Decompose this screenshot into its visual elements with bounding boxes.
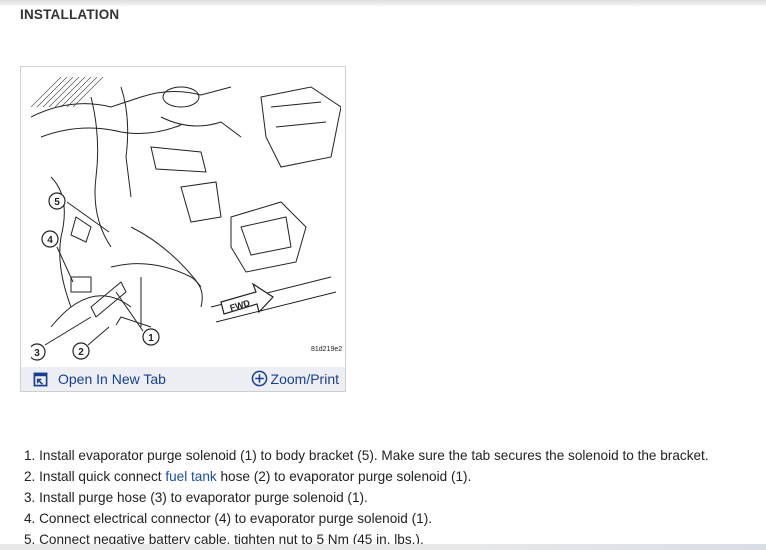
top-shadow-bar — [0, 0, 766, 6]
fuel-tank-link[interactable]: fuel tank — [165, 469, 216, 484]
step-item: 1. Install evaporator purge solenoid (1)… — [24, 448, 709, 463]
svg-text:2: 2 — [78, 347, 84, 358]
page-heading: INSTALLATION — [20, 7, 120, 22]
callout-4: 4 — [41, 230, 74, 283]
zoom-print-button[interactable]: Zoom/Print — [251, 370, 339, 387]
open-new-tab-icon — [33, 372, 48, 386]
step-item: 2. Install quick connect fuel tank hose … — [24, 466, 764, 487]
zoom-plus-icon — [251, 370, 267, 387]
zoom-print-label: Zoom/Print — [270, 370, 339, 387]
svg-text:4: 4 — [47, 235, 53, 246]
figure-panel: FWD 5 4 3 2 1 81d219e2 Open In New Tab Z… — [20, 66, 346, 392]
step-text: hose (2) to evaporator purge solenoid (1… — [216, 469, 472, 484]
diagram-illustration: FWD 5 4 3 2 1 — [31, 77, 341, 361]
step-text: 2. Install quick connect — [24, 469, 166, 484]
svg-text:1: 1 — [148, 333, 154, 344]
figure-code: 81d219e2 — [311, 346, 343, 353]
callout-1: 1 — [115, 291, 160, 346]
bottom-overlay — [0, 544, 766, 550]
callout-5: 5 — [48, 192, 110, 233]
svg-text:5: 5 — [54, 197, 60, 208]
callout-2: 2 — [72, 326, 110, 360]
svg-text:3: 3 — [34, 348, 40, 359]
open-in-new-tab-label: Open In New Tab — [58, 371, 166, 387]
figure-toolbar: Open In New Tab Zoom/Print — [21, 367, 345, 391]
step-item: 4. Connect electrical connector (4) to e… — [24, 511, 433, 526]
open-in-new-tab-button[interactable]: Open In New Tab — [33, 371, 166, 387]
step-item: 3. Install purge hose (3) to evaporator … — [24, 490, 368, 505]
installation-steps: 1. Install evaporator purge solenoid (1)… — [24, 445, 764, 550]
